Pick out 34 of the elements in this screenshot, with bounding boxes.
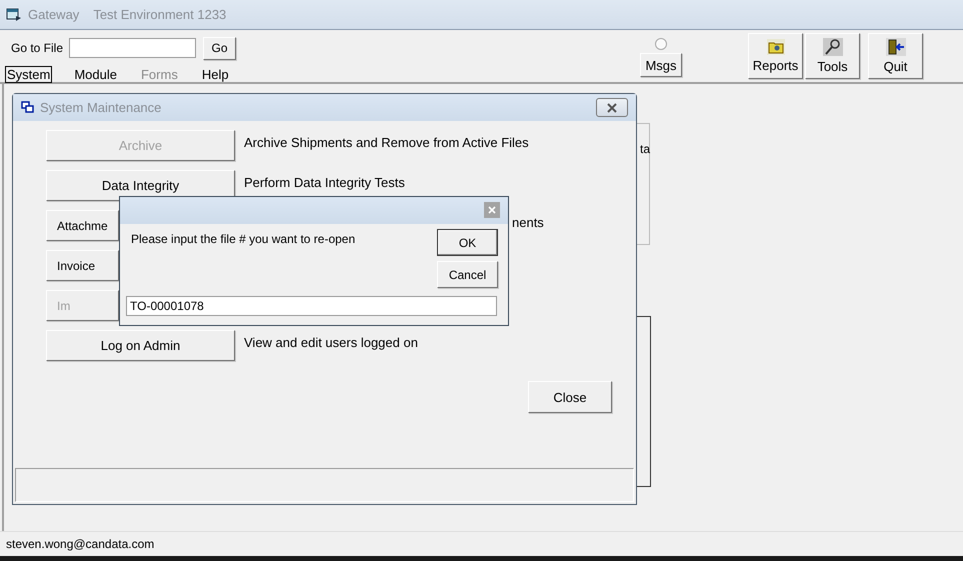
file-number-field[interactable]: TO-00001078 bbox=[126, 296, 497, 316]
action-button[interactable]: Data Integrity bbox=[46, 170, 235, 201]
action-description: Archive Shipments and Remove from Active Files bbox=[244, 134, 529, 150]
toolbar-button[interactable]: Reports bbox=[748, 33, 803, 79]
action-description: View and edit users logged on bbox=[244, 334, 418, 350]
menu-item[interactable]: Module bbox=[72, 66, 119, 82]
partial-text: ta bbox=[640, 142, 650, 156]
radio-button[interactable] bbox=[655, 38, 667, 50]
close-icon[interactable] bbox=[596, 98, 628, 117]
user-email: steven.wong@candata.com bbox=[6, 537, 154, 551]
app-icon bbox=[6, 8, 22, 22]
door-icon bbox=[886, 38, 906, 56]
environment-label: Test Environment 1233 bbox=[93, 7, 226, 22]
window-icon bbox=[21, 101, 34, 114]
menu-item[interactable]: Help bbox=[200, 66, 231, 82]
toolbar-button[interactable]: Tools bbox=[805, 33, 860, 79]
go-to-file-field[interactable] bbox=[69, 38, 196, 58]
prompt-message: Please input the file # you want to re-open bbox=[131, 231, 356, 248]
action-button[interactable]: Log on Admin bbox=[46, 330, 235, 361]
cancel-button[interactable]: Cancel bbox=[437, 261, 498, 288]
go-button[interactable]: Go bbox=[203, 36, 236, 60]
go-to-file-label: Go to File bbox=[11, 41, 64, 55]
action-button[interactable]: Attachme bbox=[46, 210, 119, 241]
dialog-title: System Maintenance bbox=[40, 100, 162, 115]
window-title: Gateway bbox=[28, 7, 80, 22]
action-button[interactable]: Invoice bbox=[46, 250, 119, 281]
close-button[interactable]: Close bbox=[528, 381, 612, 413]
folder-icon bbox=[766, 39, 784, 55]
action-description: nents bbox=[512, 214, 544, 230]
ok-button[interactable]: OK bbox=[437, 229, 498, 256]
action-description: Perform Data Integrity Tests bbox=[244, 174, 405, 190]
msgs-button[interactable]: Msgs bbox=[640, 53, 682, 77]
toolbar-button[interactable]: Quit bbox=[868, 33, 923, 79]
menu-item[interactable]: System bbox=[5, 66, 52, 82]
